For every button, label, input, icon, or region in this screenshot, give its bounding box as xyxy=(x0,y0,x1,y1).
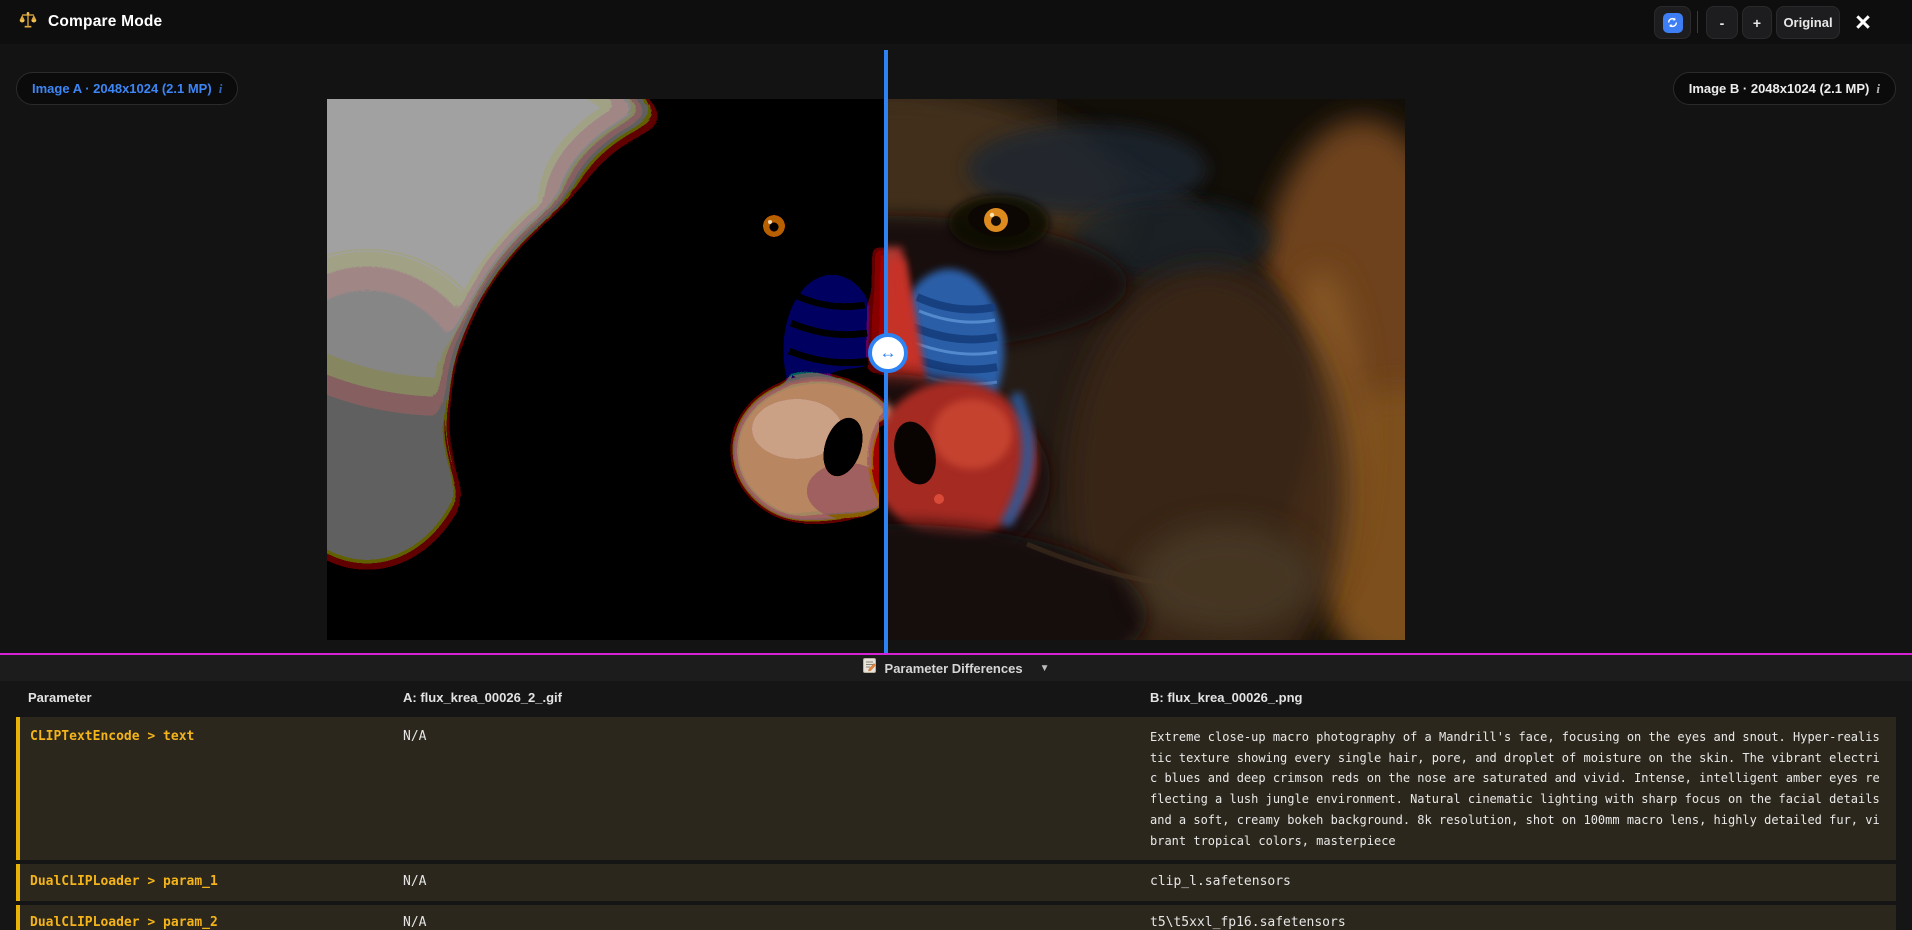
table-row[interactable]: CLIPTextEncode > text N/A Extreme close-… xyxy=(16,717,1896,860)
param-value-b: t5\t5xxl_fp16.safetensors xyxy=(1150,915,1346,930)
param-value-b: clip_l.safetensors xyxy=(1150,874,1291,889)
param-name: CLIPTextEncode > text xyxy=(30,729,194,744)
param-name: DualCLIPLoader > param_1 xyxy=(30,874,218,889)
column-header-parameter: Parameter xyxy=(28,690,92,705)
original-size-button[interactable]: Original xyxy=(1776,6,1840,39)
chevron-down-icon[interactable]: ▼ xyxy=(1040,663,1050,674)
compare-slider-handle[interactable]: ↔ xyxy=(868,333,908,373)
horizontal-arrows-icon: ↔ xyxy=(880,343,897,363)
compare-mode-window: Compare Mode - + Original × Image A · 20… xyxy=(0,0,1912,930)
memo-icon xyxy=(863,658,876,678)
table-row[interactable]: DualCLIPLoader > param_1 N/A clip_l.safe… xyxy=(16,864,1896,901)
compare-stage xyxy=(0,44,1912,653)
toolbar-divider xyxy=(1697,11,1698,33)
param-value-a: N/A xyxy=(403,915,426,930)
image-b-label: Image B · 2048x1024 (2.1 MP) xyxy=(1689,81,1870,96)
param-value-b: Extreme close-up macro photography of a … xyxy=(1150,727,1883,851)
column-header-image-a: A: flux_krea_00026_2_.gif xyxy=(403,690,562,705)
close-button[interactable]: × xyxy=(1846,5,1880,39)
sync-arrows-icon xyxy=(1663,13,1683,33)
param-value-a: N/A xyxy=(403,874,426,889)
image-a-badge[interactable]: Image A · 2048x1024 (2.1 MP) i xyxy=(16,72,238,105)
info-icon[interactable]: i xyxy=(1876,81,1880,97)
swap-images-button[interactable] xyxy=(1654,6,1691,39)
zoom-in-button[interactable]: + xyxy=(1742,6,1772,39)
page-title: Compare Mode xyxy=(48,13,162,31)
param-value-a: N/A xyxy=(403,729,426,744)
parameter-differences-header[interactable]: Parameter Differences ▼ xyxy=(0,655,1912,681)
table-row[interactable]: DualCLIPLoader > param_2 N/A t5\t5xxl_fp… xyxy=(16,905,1896,930)
top-bar: Compare Mode - + Original × xyxy=(0,0,1912,44)
param-name: DualCLIPLoader > param_2 xyxy=(30,915,218,930)
scales-icon xyxy=(18,10,38,35)
comparison-image[interactable] xyxy=(327,99,1405,640)
image-b-badge[interactable]: Image B · 2048x1024 (2.1 MP) i xyxy=(1673,72,1896,105)
close-icon: × xyxy=(1855,7,1871,38)
app-title-wrap: Compare Mode xyxy=(18,0,162,44)
parameter-differences-panel: Parameter Differences ▼ Parameter A: flu… xyxy=(0,653,1912,930)
zoom-out-button[interactable]: - xyxy=(1706,6,1738,39)
column-header-image-b: B: flux_krea_00026_.png xyxy=(1150,690,1302,705)
image-a-label: Image A · 2048x1024 (2.1 MP) xyxy=(32,81,212,96)
info-icon[interactable]: i xyxy=(219,81,223,97)
panel-title: Parameter Differences xyxy=(885,661,1023,676)
